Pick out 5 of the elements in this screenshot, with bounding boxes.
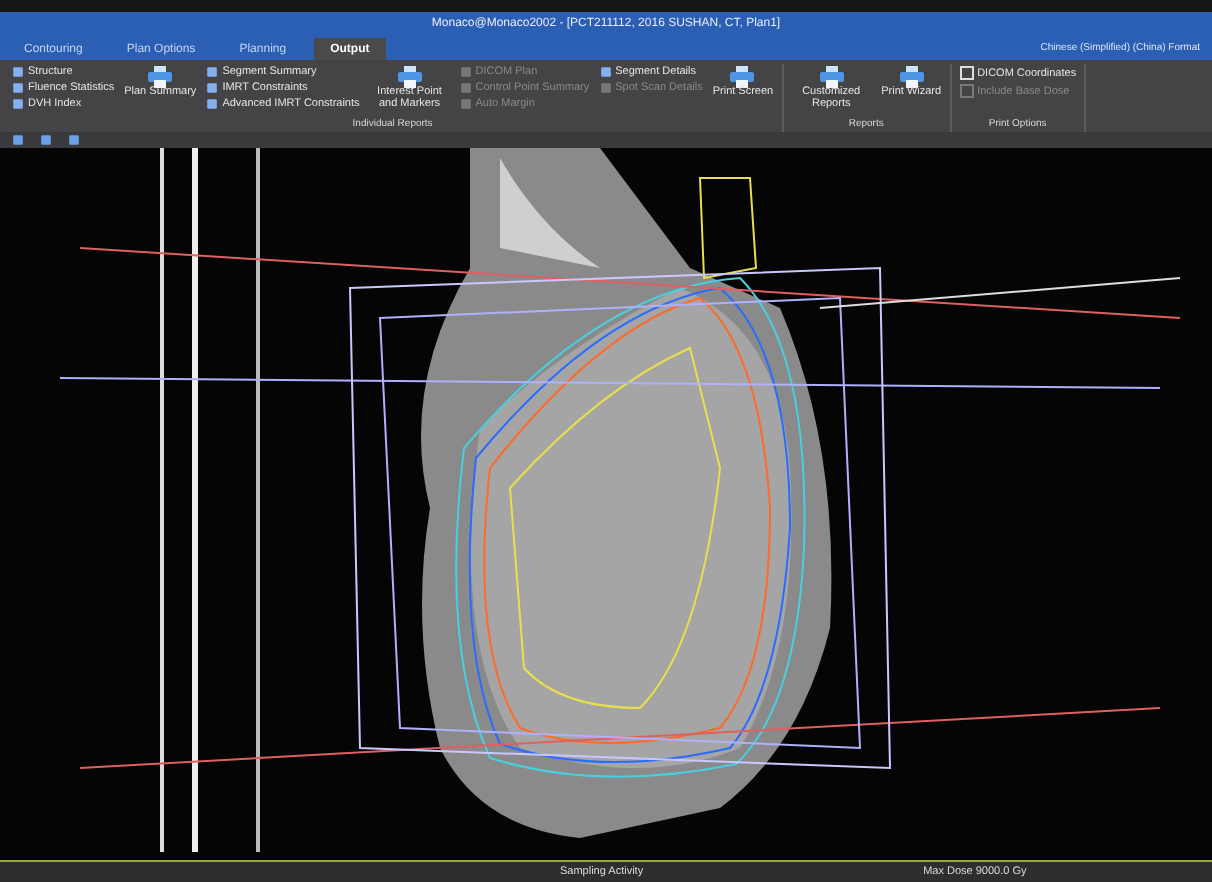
printer-icon [397,66,422,88]
printer-icon [899,66,924,88]
printer-icon [819,66,844,88]
printer-icon [730,66,755,88]
printer-icon [148,66,173,88]
